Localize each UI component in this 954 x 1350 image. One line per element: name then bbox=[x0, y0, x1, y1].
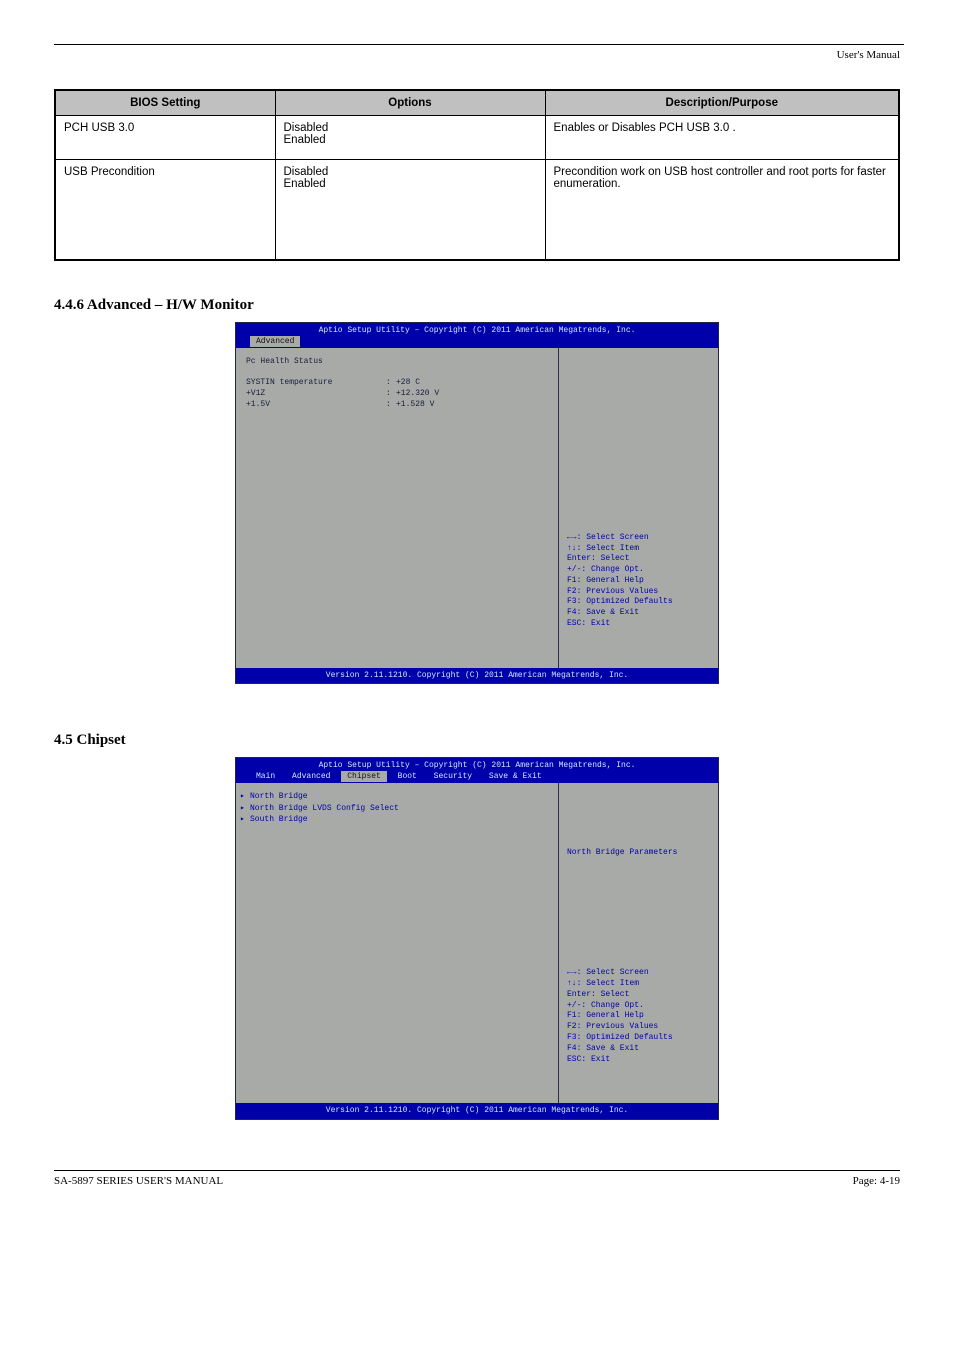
table-header-row: BIOS Setting Options Description/Purpose bbox=[55, 90, 899, 116]
kv-key: +V1Z bbox=[246, 388, 386, 399]
bios-tabs: Main Advanced Chipset Boot Security Save… bbox=[236, 771, 718, 783]
header-rule bbox=[54, 44, 904, 45]
bios-tabs: Advanced bbox=[236, 336, 718, 348]
cell-desc: Precondition work on USB host controller… bbox=[545, 160, 899, 260]
kv-key: +1.5V bbox=[246, 399, 386, 410]
kv-val: +1.528 V bbox=[396, 399, 434, 410]
bios-left-panel: ▸North Bridge ▸North Bridge LVDS Config … bbox=[236, 783, 558, 1103]
section-title-hwmonitor: 4.4.6 Advanced – H/W Monitor bbox=[54, 297, 900, 314]
bios-left-panel: Pc Health Status SYSTIN temperature : +2… bbox=[236, 348, 558, 668]
col-header-setting: BIOS Setting bbox=[55, 90, 275, 116]
cell-options: Disabled Enabled bbox=[275, 116, 545, 160]
bios-title: Aptio Setup Utility – Copyright (C) 2011… bbox=[236, 758, 718, 771]
caret-icon: ▸ bbox=[240, 803, 250, 814]
bios-right-desc: North Bridge Parameters bbox=[567, 847, 710, 968]
tab-boot: Boot bbox=[392, 771, 423, 782]
tab-security: Security bbox=[428, 771, 478, 782]
kv-val: +12.320 V bbox=[396, 388, 439, 399]
col-header-desc: Description/Purpose bbox=[545, 90, 899, 116]
kv-key: SYSTIN temperature bbox=[246, 377, 386, 388]
menu-north-bridge: ▸North Bridge bbox=[240, 791, 548, 802]
tab-advanced: Advanced bbox=[286, 771, 336, 782]
footer-left: SA-5897 SERIES USER'S MANUAL bbox=[54, 1175, 223, 1187]
bios-bottom: Version 2.11.1210. Copyright (C) 2011 Am… bbox=[236, 668, 718, 683]
bios-kv-row: +V1Z : +12.320 V bbox=[246, 388, 548, 399]
caret-icon: ▸ bbox=[240, 814, 250, 825]
bios-right-panel: ←→: Select Screen ↑↓: Select Item Enter:… bbox=[558, 348, 718, 668]
cell-setting: USB Precondition bbox=[55, 160, 275, 260]
cell-desc: Enables or Disables PCH USB 3.0 . bbox=[545, 116, 899, 160]
bios-screenshot-chipset: Aptio Setup Utility – Copyright (C) 2011… bbox=[235, 757, 719, 1120]
caret-icon: ▸ bbox=[240, 791, 250, 802]
tab-main: Main bbox=[250, 771, 281, 782]
cell-options: Disabled Enabled bbox=[275, 160, 545, 260]
kv-val: +28 C bbox=[396, 377, 420, 388]
bios-help: ←→: Select Screen ↑↓: Select Item Enter:… bbox=[567, 968, 710, 1065]
footer-rule bbox=[54, 1170, 900, 1171]
cell-setting: PCH USB 3.0 bbox=[55, 116, 275, 160]
footer-right: Page: 4-19 bbox=[853, 1175, 900, 1187]
table-row: PCH USB 3.0 Disabled Enabled Enables or … bbox=[55, 116, 899, 160]
section-title-chipset: 4.5 Chipset bbox=[54, 732, 900, 749]
header-right: User's Manual bbox=[0, 49, 900, 61]
bios-heading: Pc Health Status bbox=[246, 356, 548, 367]
bios-kv-row: SYSTIN temperature : +28 C bbox=[246, 377, 548, 388]
tab-save-exit: Save & Exit bbox=[483, 771, 548, 782]
bios-screenshot-hwmonitor: Aptio Setup Utility – Copyright (C) 2011… bbox=[235, 322, 719, 685]
bios-help: ←→: Select Screen ↑↓: Select Item Enter:… bbox=[567, 533, 710, 630]
bios-bottom: Version 2.11.1210. Copyright (C) 2011 Am… bbox=[236, 1103, 718, 1118]
menu-south-bridge: ▸South Bridge bbox=[240, 814, 548, 825]
tab-advanced: Advanced bbox=[250, 336, 300, 347]
table-row: USB Precondition Disabled Enabled Precon… bbox=[55, 160, 899, 260]
tab-chipset: Chipset bbox=[341, 771, 387, 782]
bios-settings-table: BIOS Setting Options Description/Purpose… bbox=[54, 89, 900, 261]
bios-kv-row: +1.5V : +1.528 V bbox=[246, 399, 548, 410]
menu-north-bridge-lvds: ▸North Bridge LVDS Config Select bbox=[240, 803, 548, 814]
bios-right-panel: North Bridge Parameters ←→: Select Scree… bbox=[558, 783, 718, 1103]
bios-title: Aptio Setup Utility – Copyright (C) 2011… bbox=[236, 323, 718, 336]
col-header-options: Options bbox=[275, 90, 545, 116]
